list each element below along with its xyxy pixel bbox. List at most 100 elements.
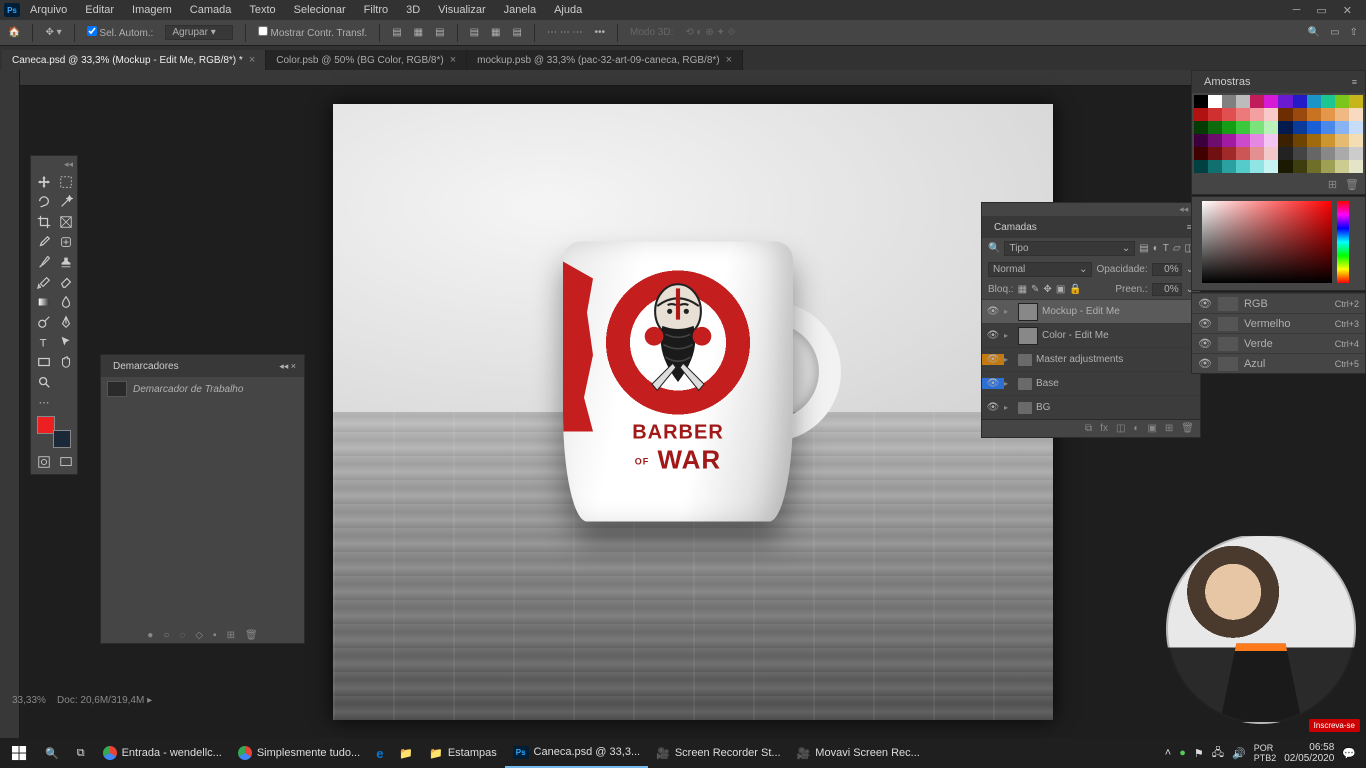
swatch[interactable] [1307,95,1321,108]
tray-network-icon[interactable]: 🖧 [1212,744,1224,763]
swatch[interactable] [1335,147,1349,160]
eraser-tool[interactable] [55,272,77,292]
swatch[interactable] [1321,108,1335,121]
task-view-button[interactable]: ⧉ [69,738,93,768]
swatch[interactable] [1307,121,1321,134]
swatch[interactable] [1194,95,1208,108]
swatch[interactable] [1264,160,1278,173]
ruler-vertical[interactable] [0,70,20,738]
align-left-icon[interactable]: ▤ [392,27,401,38]
swatch[interactable] [1208,160,1222,173]
swatch[interactable] [1293,121,1307,134]
swatch[interactable] [1293,108,1307,121]
group-layers-icon[interactable]: ▣ [1147,423,1156,434]
work-path-row[interactable]: Demarcador de Trabalho [101,377,304,401]
menu-edit[interactable]: Editar [77,2,122,18]
lock-all-icon[interactable]: 🔒 [1069,284,1081,295]
background-color[interactable] [53,430,71,448]
auto-select-dropdown[interactable]: Agrupar ▾ [165,25,232,40]
layer-row[interactable]: 👁▸Base [982,371,1200,395]
tab-caneca[interactable]: Caneca.psd @ 33,3% (Mockup - Edit Me, RG… [2,50,266,70]
swatch[interactable] [1278,95,1292,108]
frame-tool[interactable] [55,212,77,232]
channel-row[interactable]: 👁VermelhoCtrl+3 [1192,313,1365,333]
tray-volume-icon[interactable]: 🔊 [1232,747,1246,760]
tray-chevron-icon[interactable]: ˄ [1165,747,1171,759]
eyedropper-tool[interactable] [33,232,55,252]
brush-tool[interactable] [33,252,55,272]
swatch[interactable] [1335,108,1349,121]
edit-toolbar[interactable]: ⋯ [33,392,55,412]
swatch[interactable] [1307,134,1321,147]
swatch[interactable] [1194,108,1208,121]
lasso-tool[interactable] [33,192,55,212]
canvas[interactable]: BARBER OF WAR [333,104,1053,720]
opacity-input[interactable]: 0% [1152,263,1182,276]
blur-tool[interactable] [55,292,77,312]
auto-select-checkbox[interactable]: Sel. Autom.: [87,26,154,39]
panel-menu-icon[interactable]: ≡ [1352,77,1357,87]
swatch[interactable] [1208,134,1222,147]
swatch[interactable] [1278,160,1292,173]
menu-select[interactable]: Selecionar [286,2,354,18]
align-bottom-icon[interactable]: ▤ [512,27,521,38]
swatch[interactable] [1293,160,1307,173]
marquee-tool[interactable] [55,172,77,192]
taskbar-app[interactable]: 📁 [391,738,421,768]
move-tool[interactable] [33,172,55,192]
layer-row[interactable]: 👁▸Mockup - Edit Me [982,299,1200,323]
show-transform-checkbox[interactable]: Mostrar Contr. Transf. [258,26,367,39]
swatch[interactable] [1278,134,1292,147]
subscribe-button[interactable]: Inscreva-se [1309,719,1360,732]
swatch[interactable] [1321,134,1335,147]
window-minimize-icon[interactable]: ─ [1293,4,1301,17]
swatch[interactable] [1335,121,1349,134]
visibility-toggle[interactable]: 👁 [1198,297,1212,310]
taskbar-app[interactable]: Entrada - wendellc... [95,738,230,768]
swatch[interactable] [1278,147,1292,160]
lock-image-icon[interactable]: ✎ [1031,284,1039,295]
swatch[interactable] [1208,108,1222,121]
swatch[interactable] [1264,134,1278,147]
visibility-toggle[interactable]: 👁 [982,402,1004,413]
swatch[interactable] [1264,121,1278,134]
ruler-horizontal[interactable] [20,70,1366,86]
swatch[interactable] [1349,134,1363,147]
tab-paths[interactable]: Demarcadores [109,358,183,375]
swatch[interactable] [1278,121,1292,134]
close-icon[interactable]: × [450,54,456,66]
visibility-toggle[interactable]: 👁 [982,306,1004,317]
tray-flag-icon[interactable]: ⚑ [1194,747,1204,760]
swatch[interactable] [1349,160,1363,173]
swatch[interactable] [1236,147,1250,160]
hand-tool[interactable] [55,352,77,372]
swatch[interactable] [1349,147,1363,160]
swatch[interactable] [1194,134,1208,147]
channel-row[interactable]: 👁RGBCtrl+2 [1192,293,1365,313]
layer-style-icon[interactable]: fx [1100,423,1108,434]
new-path-icon[interactable]: ⊞ [227,630,235,641]
search-button[interactable]: 🔍 [37,738,67,768]
channel-row[interactable]: 👁VerdeCtrl+4 [1192,333,1365,353]
taskbar-app[interactable]: Simplesmente tudo... [230,738,368,768]
swatch[interactable] [1208,95,1222,108]
swatch[interactable] [1250,134,1264,147]
swatch[interactable] [1293,134,1307,147]
path-to-selection-icon[interactable]: ◌ [179,630,185,641]
filter-adjust-icon[interactable]: ◐ [1153,243,1159,254]
tab-mockup[interactable]: mockup.psb @ 33,3% (pac-32-art-09-caneca… [467,50,743,70]
filter-type-icon[interactable]: T [1163,243,1169,254]
layer-mask-icon[interactable]: ◫ [1116,423,1125,434]
menu-image[interactable]: Imagem [124,2,180,18]
delete-path-icon[interactable]: 🗑 [245,630,258,641]
menu-3d[interactable]: 3D [398,2,428,18]
visibility-toggle[interactable]: 👁 [1198,337,1212,350]
tray-language[interactable]: PORPTB2 [1254,743,1277,763]
stamp-tool[interactable] [55,252,77,272]
swatch[interactable] [1236,108,1250,121]
menu-view[interactable]: Visualizar [430,2,494,18]
crop-tool[interactable] [33,212,55,232]
dodge-tool[interactable] [33,312,55,332]
panel-collapse-icon[interactable]: ◂◂ × [279,361,296,372]
swatch[interactable] [1250,121,1264,134]
